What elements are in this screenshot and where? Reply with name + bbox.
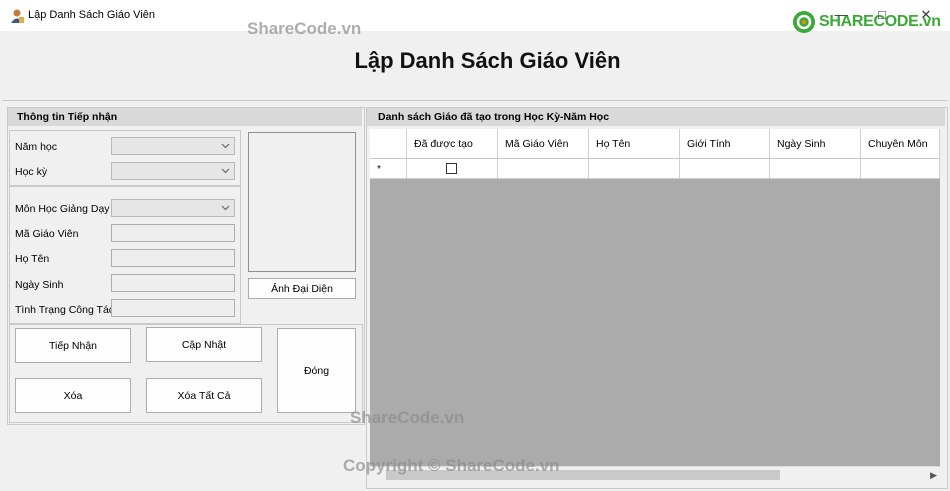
new-row-marker: * [370,159,407,179]
window-title: Lập Danh Sách Giáo Viên [28,9,155,21]
divider [2,100,948,101]
hoc-ky-combo[interactable] [111,162,235,180]
photo-button[interactable]: Ảnh Đại Diện [248,278,356,299]
cap-nhat-button[interactable]: Cập Nhật [146,327,262,362]
grid-cell[interactable] [861,159,940,179]
column-header[interactable]: Giới Tính [680,129,770,159]
ngay-sinh-label: Ngày Sinh [15,279,64,291]
checkbox-icon[interactable] [446,163,457,174]
maximize-icon[interactable]: □ [872,6,892,24]
tinh-trang-label: Tình Trạng Công Tác [15,304,115,316]
tinh-trang-input[interactable] [111,299,235,317]
grid-cell[interactable] [498,159,589,179]
minimize-icon[interactable]: — [831,6,851,24]
watermark-bottom: Copyright © ShareCode.vn [343,456,560,475]
column-header[interactable]: Chuyên Môn [861,129,940,159]
avatar-picture[interactable] [248,132,356,272]
left-group-header: Thông tin Tiếp nhận [8,108,362,126]
user-app-icon [9,8,25,24]
sharecode-logo-icon [792,10,816,34]
row-header-corner [370,129,407,159]
column-header[interactable]: Mã Giáo Viên [498,129,589,159]
nam-hoc-label: Năm học [15,141,58,153]
grid-cell[interactable] [407,159,498,179]
hoc-ky-label: Học kỳ [15,166,48,178]
ho-ten-input[interactable] [111,249,235,267]
chevron-down-icon [221,143,230,149]
mon-hoc-combo[interactable] [111,199,235,217]
xoa-button[interactable]: Xóa [15,378,131,413]
ho-ten-label: Họ Tên [15,253,50,265]
xoa-tat-ca-button[interactable]: Xóa Tất Cả [146,378,262,413]
column-header[interactable]: Đã được tạo [407,129,498,159]
tiep-nhan-button[interactable]: Tiếp Nhận [15,328,131,363]
close-icon[interactable]: ✕ [916,6,936,24]
scroll-right-icon[interactable]: ▶ [930,470,937,481]
grid-cell[interactable] [589,159,680,179]
right-group-header: Danh sách Giáo đã tạo trong Học Kỳ-Năm H… [367,108,945,126]
ma-gv-label: Mã Giáo Viên [15,228,79,240]
grid-cell[interactable] [680,159,770,179]
grid-cell[interactable] [770,159,861,179]
watermark-top: ShareCode.vn [247,19,362,38]
dong-button[interactable]: Đóng [277,328,356,413]
ngay-sinh-input[interactable] [111,274,235,292]
column-header[interactable]: Ngày Sinh [770,129,861,159]
column-header[interactable]: Họ Tên [589,129,680,159]
page-title: Lập Danh Sách Giáo Viên [354,48,621,73]
chevron-down-icon [221,168,230,174]
nam-hoc-combo[interactable] [111,137,235,155]
watermark-middle: ShareCode.vn [350,408,465,427]
mon-hoc-label: Môn Học Giảng Dạy [15,203,110,215]
ma-gv-input[interactable] [111,224,235,242]
chevron-down-icon [221,205,230,211]
